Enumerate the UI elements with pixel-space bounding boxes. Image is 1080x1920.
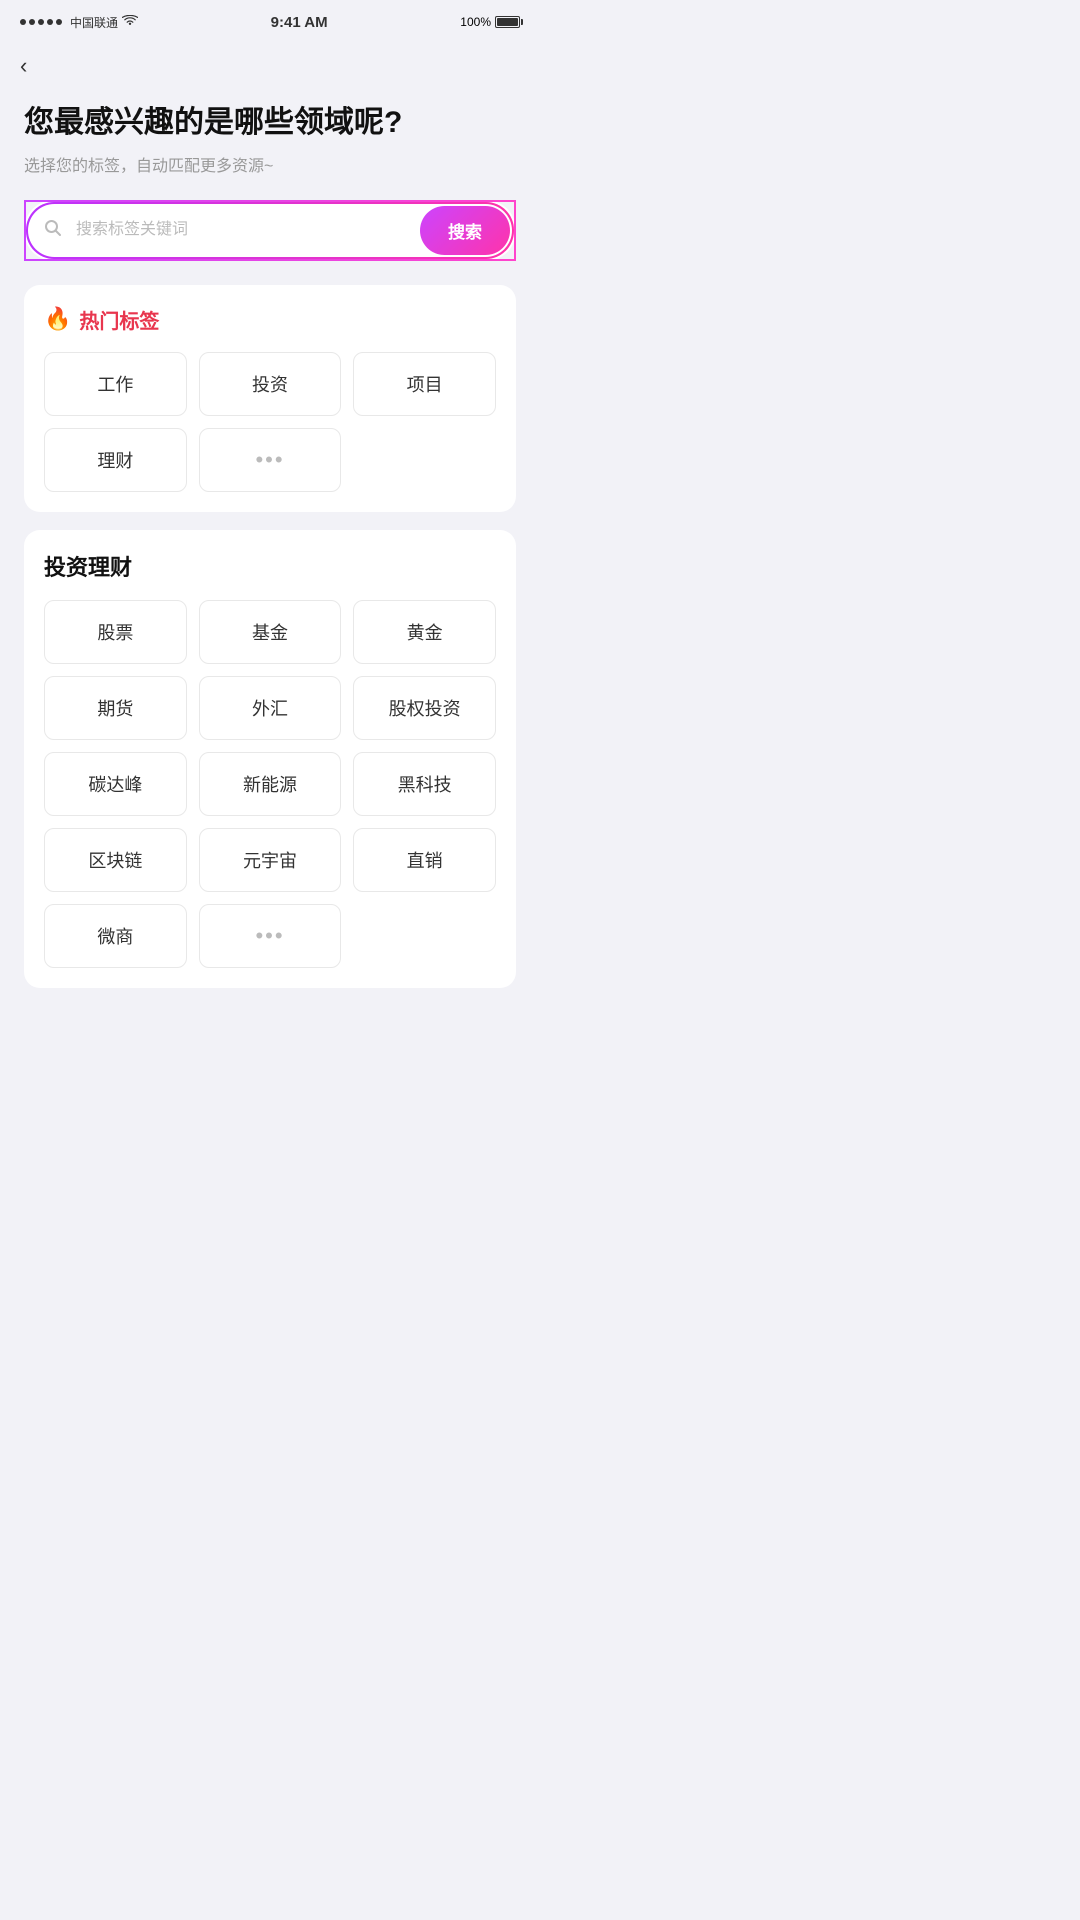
status-left: 中国联通 (20, 14, 138, 31)
invest-tag-item[interactable]: 黑科技 (353, 752, 496, 816)
hot-tag-item[interactable]: ••• (199, 428, 342, 492)
invest-tag-item[interactable]: 直销 (353, 828, 496, 892)
invest-tag-item[interactable]: 股票 (44, 600, 187, 664)
status-time: 9:41 AM (271, 14, 328, 31)
battery-icon (495, 16, 520, 28)
invest-tag-item[interactable]: 期货 (44, 676, 187, 740)
hot-tags-title: 热门标签 (79, 305, 159, 334)
carrier-label: 中国联通 (70, 14, 118, 31)
invest-tags-grid: 股票基金黄金期货外汇股权投资碳达峰新能源黑科技区块链元宇宙直销微商••• (44, 600, 496, 968)
status-bar: 中国联通 9:41 AM 100% (0, 0, 540, 44)
invest-tag-item[interactable]: 外汇 (199, 676, 342, 740)
hot-tag-item[interactable]: 理财 (44, 428, 187, 492)
hot-tag-item[interactable]: 项目 (353, 352, 496, 416)
search-input[interactable] (72, 209, 418, 251)
hot-tags-card: 🔥 热门标签 工作投资项目理财••• (24, 285, 516, 512)
invest-tag-item[interactable]: 微商 (44, 904, 187, 968)
invest-tag-item[interactable]: 股权投资 (353, 676, 496, 740)
page-title: 您最感兴趣的是哪些领域呢? (24, 104, 516, 142)
search-icon (28, 207, 72, 254)
invest-tag-item[interactable]: 元宇宙 (199, 828, 342, 892)
page-subtitle: 选择您的标签，自动匹配更多资源~ (24, 152, 516, 176)
hot-tag-item[interactable]: 投资 (199, 352, 342, 416)
invest-tag-item[interactable]: 基金 (199, 600, 342, 664)
invest-tag-item[interactable]: ••• (199, 904, 342, 968)
invest-tag-item[interactable]: 区块链 (44, 828, 187, 892)
invest-section-title: 投资理财 (44, 550, 496, 582)
hot-icon: 🔥 (44, 306, 71, 332)
hot-tags-grid: 工作投资项目理财••• (44, 352, 496, 492)
wifi-icon (122, 15, 138, 30)
battery-percent: 100% (460, 15, 491, 29)
search-button[interactable]: 搜索 (420, 206, 510, 255)
status-right: 100% (460, 15, 520, 29)
hot-tag-item[interactable]: 工作 (44, 352, 187, 416)
invest-tag-item[interactable]: 碳达峰 (44, 752, 187, 816)
invest-tag-item[interactable]: 新能源 (199, 752, 342, 816)
nav-bar: ‹ (0, 44, 540, 88)
invest-card: 投资理财 股票基金黄金期货外汇股权投资碳达峰新能源黑科技区块链元宇宙直销微商••… (24, 530, 516, 988)
hot-tags-title-row: 🔥 热门标签 (44, 305, 496, 334)
page-content: 您最感兴趣的是哪些领域呢? 选择您的标签，自动匹配更多资源~ 搜索 🔥 热门标签… (0, 88, 540, 1038)
signal-dots (20, 19, 62, 25)
back-button[interactable]: ‹ (20, 51, 35, 81)
invest-tag-item[interactable]: 黄金 (353, 600, 496, 664)
search-bar: 搜索 (24, 200, 516, 261)
